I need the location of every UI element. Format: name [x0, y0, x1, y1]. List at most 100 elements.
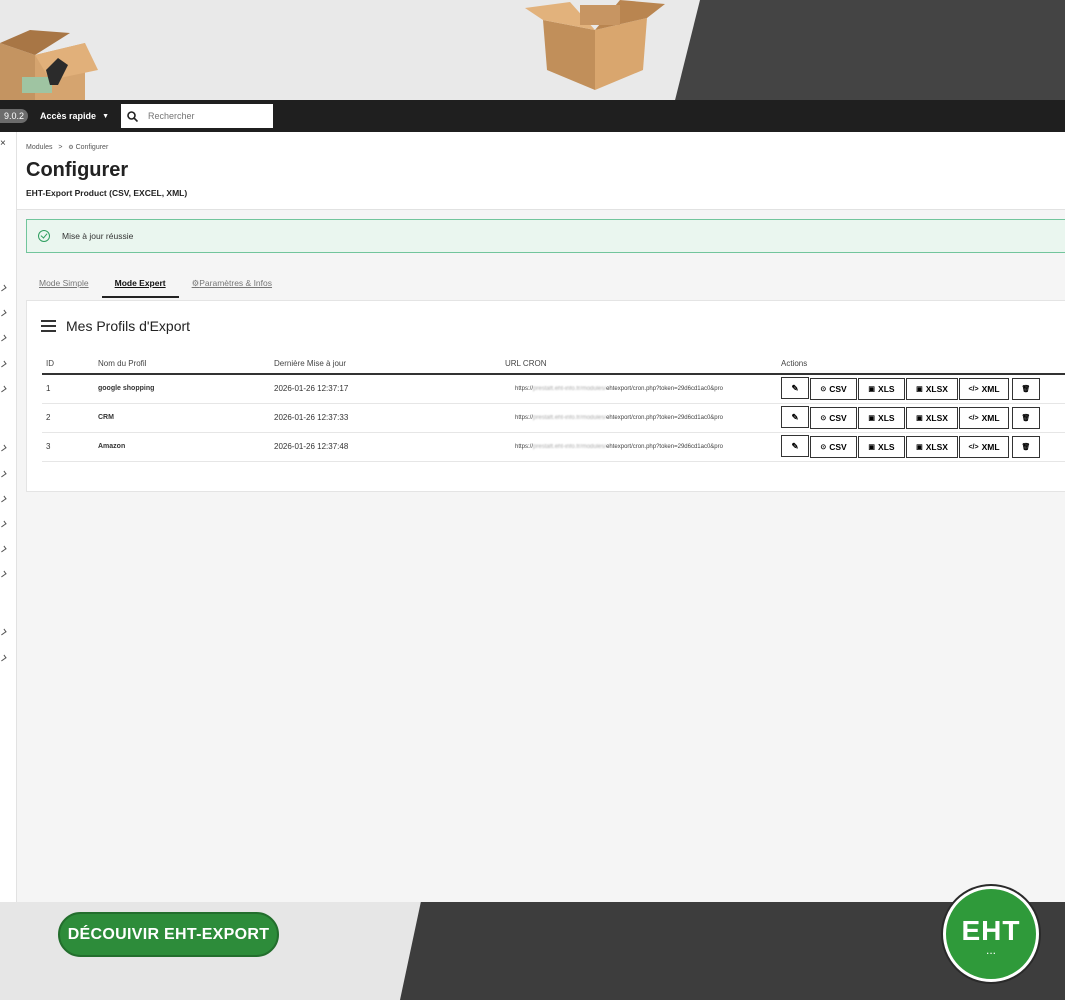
xls-button[interactable]: ▣ XLS: [858, 435, 905, 458]
chevron-icon[interactable]: [0, 520, 7, 528]
xml-button[interactable]: </> XML: [959, 407, 1009, 429]
cron-prefix: https://: [515, 443, 534, 450]
version-badge: 9.0.2: [0, 109, 29, 123]
discover-eht-export-button[interactable]: DÉCOUIVIR EHT-EXPORT: [58, 912, 279, 957]
download-icon: ⊙: [820, 414, 827, 422]
row-actions: ✎ ⊙ CSV ▣ XLS ▣ XLSX </> XML 🗑: [777, 403, 1065, 433]
edit-button[interactable]: ✎: [781, 435, 809, 457]
edit-button[interactable]: ✎: [781, 377, 809, 400]
chevron-icon[interactable]: [0, 654, 7, 662]
left-sidebar: ×: [0, 132, 17, 902]
xls-button[interactable]: ▣ XLS: [858, 406, 905, 429]
table-header-row: ID Nom du Profil Dernière Mise à jour UR…: [42, 354, 1065, 375]
row-id: 1: [42, 374, 94, 404]
file-excel-icon: ▣: [916, 385, 923, 393]
xlsx-label: XLSX: [925, 383, 948, 394]
breadcrumb-modules[interactable]: Modules: [26, 144, 52, 151]
delete-button[interactable]: 🗑: [1012, 435, 1040, 458]
row-actions: ✎ ⊙ CSV ▣ XLS ▣ XLSX </> XML 🗑: [777, 432, 1065, 462]
cron-prefix: https://: [515, 414, 534, 421]
delete-button[interactable]: 🗑: [1012, 377, 1040, 400]
admin-topbar: 9.0.2 Accès rapide ▼: [0, 100, 1065, 132]
file-excel-icon: ▣: [868, 443, 876, 451]
quick-access-label: Accès rapide: [40, 111, 97, 121]
row-name: google shopping: [94, 374, 270, 404]
export-profiles-card: Mes Profils d'Export ID Nom du Profil De…: [26, 300, 1065, 492]
collapse-icon[interactable]: ×: [0, 138, 6, 149]
cron-suffix: ehtexport/cron.php?token=29d6cd1ac0&pro: [606, 385, 723, 392]
csv-button[interactable]: ⊙ CSV: [810, 377, 857, 400]
chevron-icon[interactable]: [0, 628, 7, 636]
quick-access-menu[interactable]: Accès rapide ▼: [40, 111, 109, 121]
search-icon: [127, 110, 138, 122]
chevron-icon[interactable]: [0, 545, 7, 553]
chevron-icon[interactable]: [0, 470, 7, 478]
col-updated: Dernière Mise à jour: [270, 354, 501, 375]
module-subtitle: EHT-Export Product (CSV, EXCEL, XML): [26, 188, 188, 198]
xlsx-label: XLSX: [925, 441, 948, 452]
table-row: 3 Amazon 2026-01-26 12:37:48 https://pre…: [42, 432, 1065, 462]
trash-icon: 🗑: [1021, 414, 1031, 422]
download-icon: ⊙: [820, 443, 827, 451]
row-cron-url[interactable]: https://prestaft.eht-info.fr/modules/eht…: [501, 403, 777, 433]
row-updated: 2026-01-26 12:37:48: [270, 432, 501, 462]
page-title: Configurer: [26, 159, 129, 181]
chevron-icon[interactable]: [0, 360, 7, 368]
chevron-icon[interactable]: [0, 385, 7, 393]
search-box[interactable]: [121, 104, 273, 128]
edit-button[interactable]: ✎: [781, 406, 809, 428]
row-cron-url[interactable]: https://prestaft.eht-info.fr/modules/eht…: [501, 374, 777, 404]
row-id: 3: [42, 432, 94, 462]
chevron-icon[interactable]: [0, 495, 7, 503]
xls-button[interactable]: ▣ XLS: [858, 377, 905, 400]
xml-label: XML: [981, 413, 1000, 423]
chevron-icon[interactable]: [0, 334, 7, 342]
xml-button[interactable]: </> XML: [959, 436, 1009, 458]
table-row: 1 google shopping 2026-01-26 12:37:17 ht…: [42, 374, 1065, 404]
cron-prefix: https://: [515, 385, 534, 392]
row-name: CRM: [94, 403, 270, 433]
chevron-icon[interactable]: [0, 284, 7, 292]
tab-parametres-infos[interactable]: ⚙Paramètres & Infos: [179, 272, 285, 299]
pencil-icon: ✎: [791, 440, 799, 451]
page-header: Modules > ⚙ Configurer Configurer EHT-Ex…: [17, 132, 1065, 210]
wrench-icon: ⚙: [68, 145, 74, 151]
csv-button[interactable]: ⊙ CSV: [810, 435, 857, 458]
code-icon: </>: [968, 443, 979, 451]
row-actions: ✎ ⊙ CSV ▣ XLS ▣ XLSX </> XML 🗑: [777, 374, 1065, 404]
xlsx-label: XLSX: [925, 412, 948, 423]
col-id: ID: [42, 354, 94, 375]
table-row: 2 CRM 2026-01-26 12:37:33 https://presta…: [42, 403, 1065, 433]
file-excel-icon: ▣: [916, 414, 923, 422]
file-excel-icon: ▣: [868, 414, 876, 422]
row-id: 2: [42, 403, 94, 433]
tab-mode-simple[interactable]: Mode Simple: [26, 272, 102, 298]
delete-button[interactable]: 🗑: [1012, 406, 1040, 429]
csv-label: CSV: [829, 441, 847, 452]
code-icon: </>: [968, 385, 979, 393]
search-input[interactable]: [148, 111, 258, 121]
csv-button[interactable]: ⊙ CSV: [810, 406, 857, 429]
trash-icon: 🗑: [1021, 385, 1031, 393]
xml-button[interactable]: </> XML: [959, 378, 1009, 401]
row-cron-url[interactable]: https://prestaft.eht-info.fr/modules/eht…: [501, 432, 777, 462]
row-updated: 2026-01-26 12:37:17: [270, 374, 501, 404]
cron-suffix: ehtexport/cron.php?token=29d6cd1ac0&pro: [606, 443, 723, 450]
xls-label: XLS: [878, 383, 895, 394]
code-icon: </>: [968, 414, 979, 422]
tab-mode-expert[interactable]: Mode Expert: [101, 272, 179, 298]
xlsx-button[interactable]: ▣ XLSX: [906, 406, 958, 429]
top-banner: [0, 0, 1065, 100]
csv-label: CSV: [829, 412, 847, 423]
download-icon: ⊙: [820, 385, 827, 393]
chevron-icon[interactable]: [0, 309, 7, 317]
xlsx-button[interactable]: ▣ XLSX: [906, 435, 958, 458]
xlsx-button[interactable]: ▣ XLSX: [906, 377, 958, 400]
banner-dark-panel: [675, 0, 1065, 100]
breadcrumb-separator: >: [58, 144, 63, 151]
pencil-icon: ✎: [791, 382, 799, 393]
chevron-icon[interactable]: [0, 570, 7, 578]
xls-label: XLS: [878, 441, 895, 452]
chevron-icon[interactable]: [0, 444, 7, 452]
card-title: Mes Profils d'Export: [66, 318, 191, 334]
